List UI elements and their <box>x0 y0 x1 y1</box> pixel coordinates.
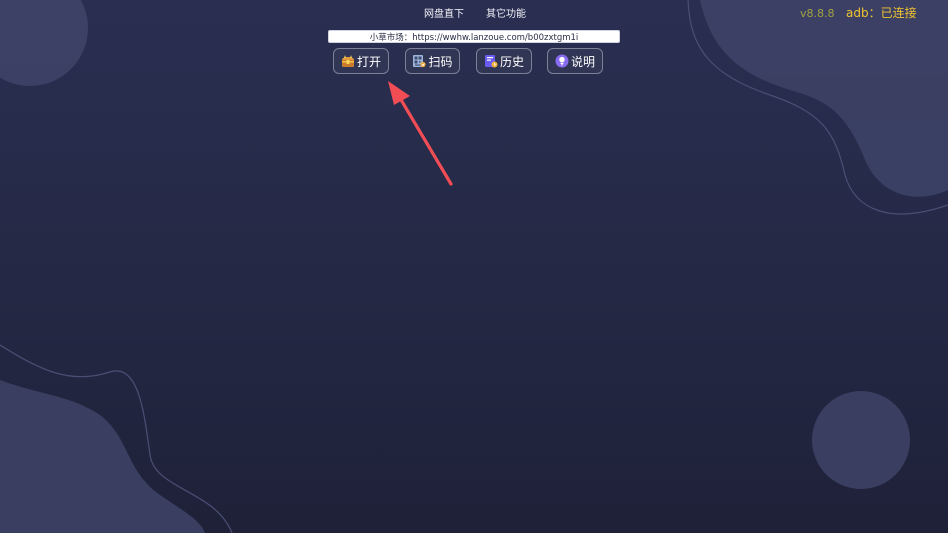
top-right-blob <box>700 0 948 197</box>
help-button[interactable]: 说明 <box>547 48 603 74</box>
background-decoration <box>0 0 948 533</box>
help-button-label: 说明 <box>570 54 595 69</box>
annotation-arrow-shaft <box>395 91 453 186</box>
url-input[interactable] <box>328 30 620 43</box>
top-right-outline <box>687 0 948 215</box>
lightbulb-icon <box>555 54 569 68</box>
version-label: v8.8.8 <box>800 7 835 20</box>
nav-item-other-functions[interactable]: 其它功能 <box>486 8 526 21</box>
qr-scan-icon <box>412 54 427 68</box>
bottom-left-blob <box>0 380 205 533</box>
history-button-label: 历史 <box>499 54 524 69</box>
scan-button[interactable]: 扫码 <box>405 48 460 74</box>
open-button-label: 打开 <box>356 54 381 69</box>
scan-button-label: 扫码 <box>428 54 453 69</box>
annotation-arrow <box>388 81 453 186</box>
history-clock-icon <box>484 54 498 68</box>
history-button[interactable]: 历史 <box>476 48 532 74</box>
bottom-left-outline <box>0 344 233 533</box>
nav-item-cloud-download[interactable]: 网盘直下 <box>424 8 464 21</box>
adb-status-label: adb：已连接 <box>846 6 917 20</box>
treasure-chest-icon <box>341 54 355 68</box>
bottom-right-blob <box>812 391 910 489</box>
annotation-arrow-head <box>388 81 410 105</box>
open-button[interactable]: 打开 <box>333 48 389 74</box>
